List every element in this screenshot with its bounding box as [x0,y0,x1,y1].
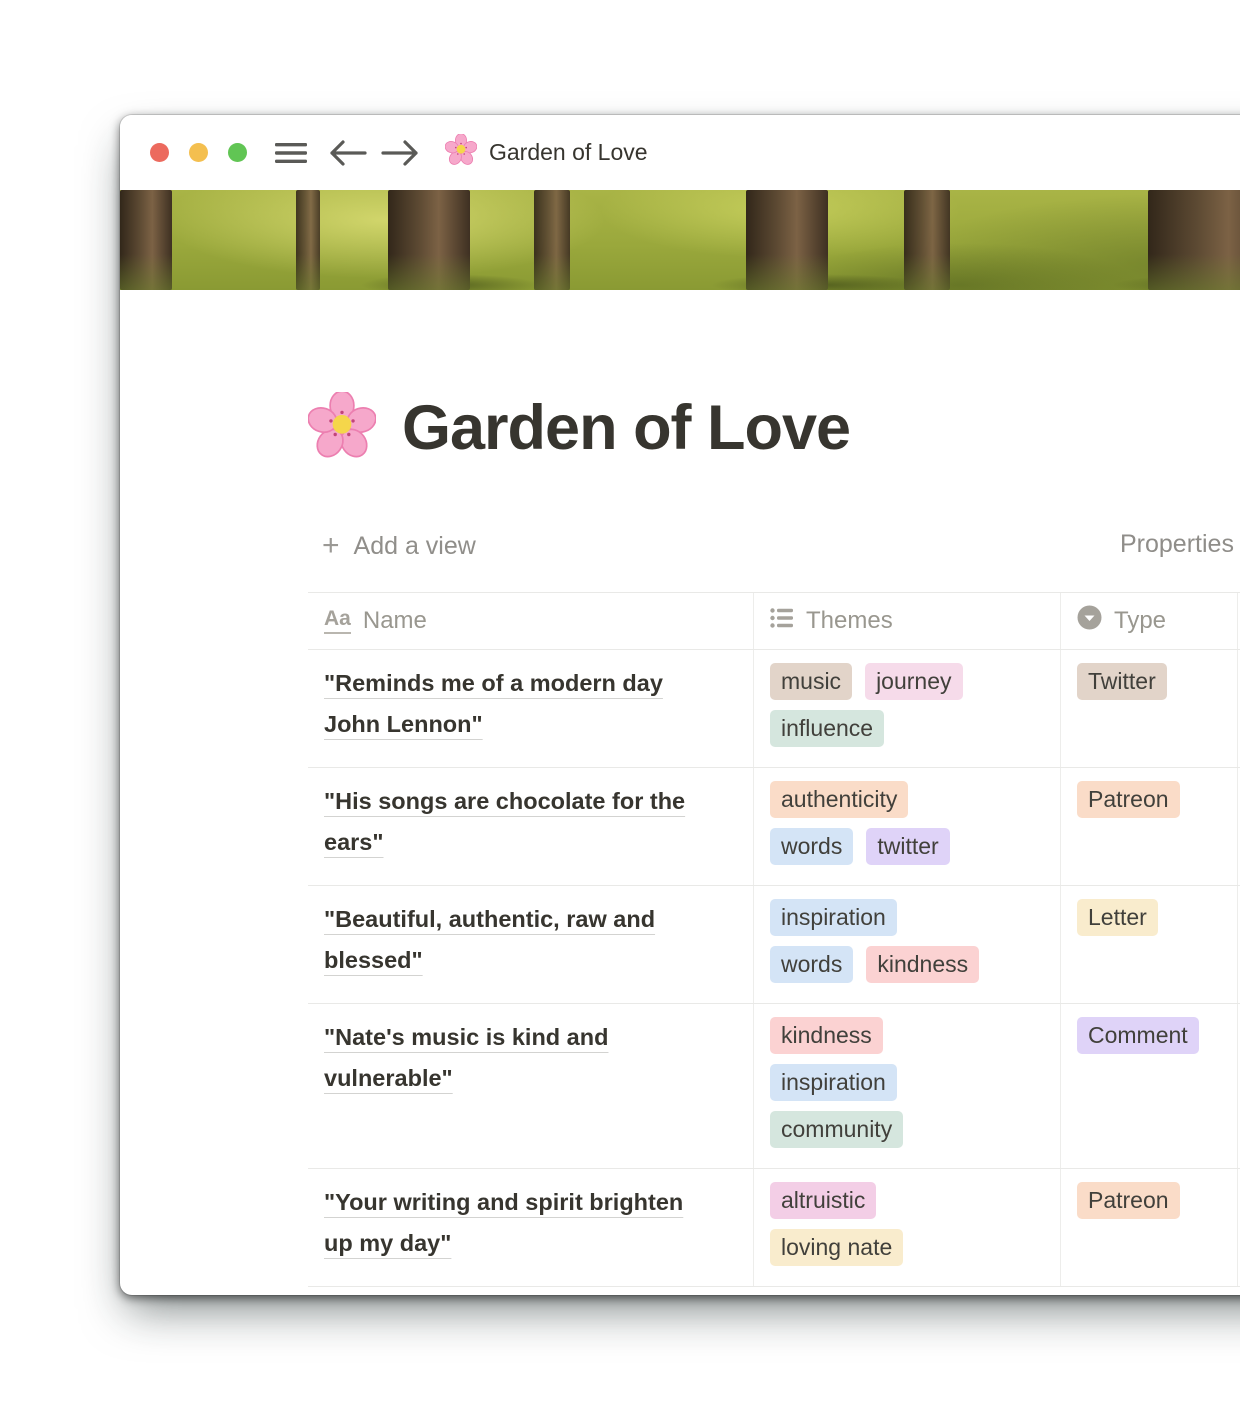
multi-select-list-icon [770,607,794,636]
type-cell[interactable]: Twitter [1061,650,1238,767]
window-controls [150,143,247,162]
table-header: Aa Name Themes Type [308,592,1240,650]
theme-tag: inspiration [770,1064,897,1101]
themes-cell[interactable]: altruistic loving nate [754,1169,1061,1286]
theme-tag: community [770,1111,903,1148]
theme-tag: loving nate [770,1229,903,1266]
theme-tag: inspiration [770,899,897,936]
type-cell[interactable]: Patreon [1061,1169,1238,1286]
select-dropdown-icon [1077,605,1102,637]
name-cell[interactable]: "Reminds me of a modern day John Lennon" [308,650,754,767]
cherry-blossom-icon [308,392,376,465]
theme-tag: music [770,663,852,700]
table-body: "Reminds me of a modern day John Lennon"… [308,650,1240,1287]
theme-tag: influence [770,710,884,747]
column-label: Themes [806,607,893,635]
titlebar-title: Garden of Love [489,139,648,166]
type-cell[interactable]: Patreon [1061,768,1238,885]
theme-tag: kindness [770,1017,883,1054]
name-cell[interactable]: "Nate's music is kind and vulnerable" [308,1004,754,1168]
row-title: "Beautiful, authentic, raw and blessed" [324,906,655,973]
theme-tag: twitter [866,828,949,865]
column-label: Type [1114,607,1166,635]
row-title: "Reminds me of a modern day John Lennon" [324,670,663,737]
row-title: "Nate's music is kind and vulnerable" [324,1024,608,1091]
type-cell[interactable]: Comment [1061,1004,1238,1168]
zoom-button[interactable] [228,143,247,162]
type-tag: Twitter [1077,663,1167,700]
type-cell[interactable]: Letter [1061,886,1238,1003]
column-header-themes[interactable]: Themes [754,593,1061,649]
type-tag: Patreon [1077,1182,1180,1219]
name-cell[interactable]: "Beautiful, authentic, raw and blessed" [308,886,754,1003]
theme-tag: altruistic [770,1182,876,1219]
theme-tag: words [770,828,853,865]
column-label: Name [363,607,427,635]
view-toolbar: + Add a view Properties [308,524,1240,568]
cover-image [120,190,1240,290]
type-tag: Letter [1077,899,1158,936]
theme-tag: kindness [866,946,979,983]
plus-icon: + [322,531,340,561]
column-header-type[interactable]: Type [1061,593,1238,649]
title-aa-icon: Aa [324,608,351,633]
themes-cell[interactable]: inspiration words kindness [754,886,1061,1003]
column-header-name[interactable]: Aa Name [308,593,754,649]
forward-arrow-icon[interactable] [377,139,421,167]
name-cell[interactable]: "His songs are chocolate for the ears" [308,768,754,885]
table-row[interactable]: "Beautiful, authentic, raw and blessed" i… [308,886,1240,1004]
back-arrow-icon[interactable] [327,139,371,167]
table-footer: COUNT 6 [308,1287,1240,1295]
app-window: Garden of Love [120,115,1240,1295]
database-table: Aa Name Themes Type "Reminds me [308,592,1240,1295]
page-title[interactable]: Garden of Love [402,392,850,464]
page-title-row: Garden of Love [308,385,1240,471]
type-tag: Comment [1077,1017,1199,1054]
properties-button[interactable]: Properties [1120,530,1234,559]
add-view-label: Add a view [354,532,476,561]
minimize-button[interactable] [189,143,208,162]
close-button[interactable] [150,143,169,162]
cherry-blossom-icon [445,134,477,171]
add-view-button[interactable]: + Add a view [322,531,476,561]
row-title: "Your writing and spirit brighten up my … [324,1189,683,1256]
table-row[interactable]: "Nate's music is kind and vulnerable" kin… [308,1004,1240,1169]
window-titlebar: Garden of Love [120,115,1240,190]
menu-icon[interactable] [275,141,307,165]
theme-tag: journey [865,663,962,700]
table-row[interactable]: "Your writing and spirit brighten up my … [308,1169,1240,1287]
theme-tag: words [770,946,853,983]
themes-cell[interactable]: kindness inspiration community [754,1004,1061,1168]
table-row[interactable]: "His songs are chocolate for the ears" au… [308,768,1240,886]
themes-cell[interactable]: music journey influence [754,650,1061,767]
type-tag: Patreon [1077,781,1180,818]
name-cell[interactable]: "Your writing and spirit brighten up my … [308,1169,754,1286]
table-row[interactable]: "Reminds me of a modern day John Lennon"… [308,650,1240,768]
page-content: Garden of Love + Add a view Properties A… [120,385,1240,1295]
themes-cell[interactable]: authenticity words twitter [754,768,1061,885]
theme-tag: authenticity [770,781,908,818]
row-title: "His songs are chocolate for the ears" [324,788,685,855]
